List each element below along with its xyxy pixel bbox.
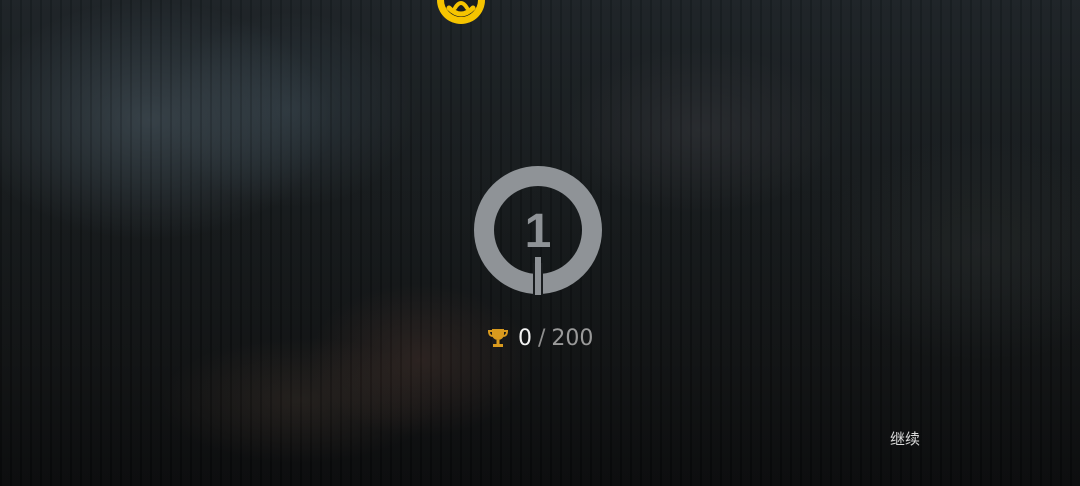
continue-button[interactable]: 继续 [880,426,930,452]
trophy-icon [487,329,509,347]
level-number: 1 [525,205,552,258]
yellow-crest-icon [437,0,485,24]
level-result-screen: 1 0 / 200 继续 [0,0,1080,486]
score-current: 0 [518,325,532,351]
level-ring-icon: 1 [474,166,602,295]
score-total: 200 [551,325,594,351]
score-separator: / [538,325,546,351]
score-row: 0 / 200 [486,322,593,354]
